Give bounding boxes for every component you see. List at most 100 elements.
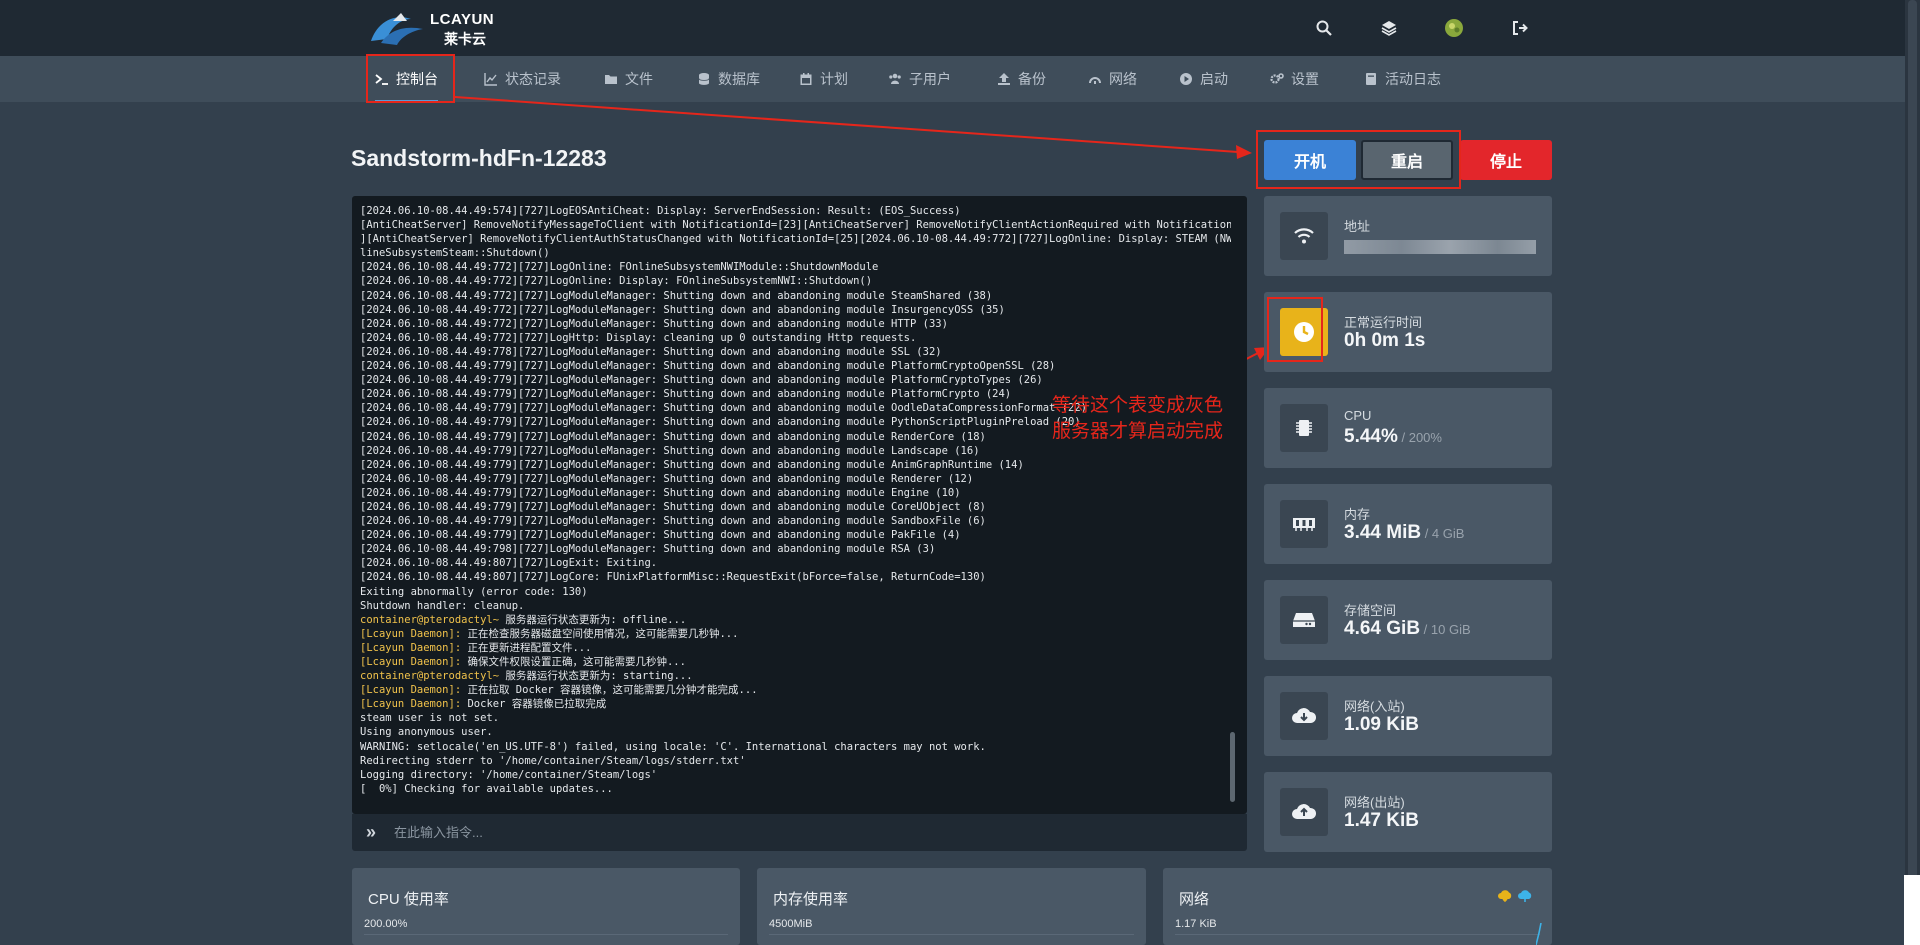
logo-text-cn: 莱卡云	[444, 31, 486, 47]
console-line: container@pterodactyl~ 服务器运行状态更新为: offli…	[360, 613, 1231, 627]
console-line: [Lcayun Daemon]: 正在更新进程配置文件...	[360, 641, 1231, 655]
console-line-text: 确保文件权限设置正确，这可能需要几秒钟...	[461, 656, 686, 668]
annotation-line: 服务器才算启动完成	[1052, 421, 1224, 442]
highlight-uptime-icon	[1267, 297, 1323, 362]
stat-memory: 内存 3.44 MiB / 4 GiB	[1264, 484, 1552, 564]
console-line: [2024.06.10-08.44.49:779][727]LogModuleM…	[360, 500, 986, 513]
stop-button[interactable]: 停止	[1460, 140, 1552, 180]
console-line-prefix: [Lcayun Daemon]:	[360, 627, 462, 640]
tab-subusers[interactable]: 子用户	[888, 56, 951, 102]
console-line-prefix: [Lcayun Daemon]:	[360, 641, 462, 654]
command-input-bar[interactable]: »	[352, 814, 1247, 851]
console-line: [2024.06.10-08.44.49:772][727]LogModuleM…	[360, 289, 993, 302]
tab-database[interactable]: 数据库	[697, 56, 760, 102]
stat-value: 0h 0m 1s	[1344, 330, 1426, 351]
tab-label: 计划	[820, 71, 848, 87]
cloud-upload-icon	[1280, 788, 1328, 836]
console-line-text: 正在更新进程配置文件...	[461, 641, 592, 654]
console-line: [2024.06.10-08.44.49:798][727]LogModuleM…	[360, 543, 936, 556]
chart-ytick: 200.00%	[364, 918, 408, 930]
console-line: ][AntiCheatServer] RemoveNotifyClientAut…	[360, 233, 1231, 246]
console-line: [2024.06.10-08.44.49:772][727]LogOnline:…	[360, 261, 879, 274]
console-line: [2024.06.10-08.44.49:574][727]LogEOSAnti…	[360, 205, 961, 217]
annotation-note: 等待这个表变成灰色 服务器才算启动完成	[1052, 393, 1252, 445]
annotation-line: 等待这个表变成灰色	[1052, 395, 1224, 416]
tab-status-log[interactable]: 状态记录	[484, 56, 561, 102]
console-line: Using anonymous user.	[360, 726, 493, 739]
console-line-text: 正在拉取 Docker 容器镜像，这可能需要几分钟才能完成...	[461, 684, 758, 697]
logo-text-en: LCAYUN	[430, 11, 495, 28]
console-line: [2024.06.10-08.44.49:779][727]LogModuleM…	[360, 458, 1024, 471]
console-line: [2024.06.10-08.44.49:772][727]LogHttp: D…	[360, 331, 917, 344]
chart-network: 网络 1.17 KiB	[1163, 868, 1552, 945]
tab-label: 活动日志	[1385, 71, 1441, 87]
avatar[interactable]	[1442, 16, 1466, 40]
console-line: steam user is not set.	[360, 712, 500, 725]
tab-schedule[interactable]: 计划	[799, 56, 848, 102]
console-scrollbar[interactable]	[1230, 732, 1235, 802]
stat-value: 4.64 GiB / 10 GiB	[1344, 618, 1471, 639]
tab-network[interactable]: 网络	[1088, 56, 1137, 102]
console-line-prefix: [Lcayun Daemon]:	[360, 698, 462, 711]
tab-files[interactable]: 文件	[604, 56, 653, 102]
stat-disk: 存储空间 4.64 GiB / 10 GiB	[1264, 580, 1552, 660]
console-line: [2024.06.10-08.44.49:807][727]LogCore: F…	[360, 571, 986, 584]
cloud-download-icon	[1280, 692, 1328, 740]
search-icon[interactable]	[1312, 16, 1336, 40]
layers-icon[interactable]	[1377, 16, 1401, 40]
console-line: [2024.06.10-08.44.49:779][727]LogModuleM…	[360, 515, 986, 528]
console-line: [ 0%] Checking for available updates...	[360, 782, 613, 795]
chart-gridline	[364, 934, 728, 935]
hdd-icon	[1280, 596, 1328, 644]
tab-backup[interactable]: 备份	[997, 56, 1046, 102]
tab-activity-log[interactable]: 活动日志	[1364, 56, 1441, 102]
console-line: Redirecting stderr to '/home/container/S…	[360, 754, 746, 767]
logo[interactable]: LCAYUN 莱卡云	[367, 9, 502, 47]
users-icon	[889, 73, 901, 84]
tab-startup[interactable]: 启动	[1179, 56, 1228, 102]
database-icon	[698, 73, 710, 85]
console-line: [Lcayun Daemon]: 正在拉取 Docker 容器镜像，这可能需要几…	[360, 683, 1231, 697]
tab-label: 备份	[1018, 71, 1046, 87]
console-line: [2024.06.10-08.44.49:807][727]LogExit: E…	[360, 557, 658, 570]
stat-cpu: CPU 5.44% / 200%	[1264, 388, 1552, 468]
chart-ytick: 4500MiB	[769, 918, 813, 930]
command-input[interactable]	[394, 825, 1214, 840]
console-line: [2024.06.10-08.44.49:772][727]LogModuleM…	[360, 303, 1005, 316]
folder-icon	[605, 75, 617, 84]
tab-label: 设置	[1291, 71, 1319, 87]
tab-label: 网络	[1109, 71, 1137, 87]
stat-network-out: 网络(出站) 1.47 KiB	[1264, 772, 1552, 852]
console-line: [2024.06.10-08.44.49:779][727]LogModuleM…	[360, 472, 974, 485]
console-line: [Lcayun Daemon]: 确保文件权限设置正确，这可能需要几秒钟...	[360, 655, 1231, 669]
console-output[interactable]: [2024.06.10-08.44.49:574][727]LogEOSAnti…	[352, 196, 1247, 814]
chart-memory-usage: 内存使用率 4500MiB	[757, 868, 1146, 945]
console-line: [2024.06.10-08.44.49:772][727]LogModuleM…	[360, 317, 948, 330]
chart-title: CPU 使用率	[368, 891, 449, 908]
console-line: container@pterodactyl~ 服务器运行状态更新为: start…	[360, 669, 1231, 683]
console-line: [2024.06.10-08.44.49:778][727]LogModuleM…	[360, 345, 942, 358]
chart-icon	[484, 73, 497, 86]
stat-label: CPU	[1344, 408, 1372, 423]
console-line: Exiting abnormally (error code: 130)	[360, 585, 588, 598]
console-line-prefix: container@pterodactyl~	[360, 613, 500, 626]
console-line: [2024.06.10-08.44.49:779][727]LogModuleM…	[360, 529, 961, 542]
console-line: Shutdown handler: cleanup.	[360, 599, 525, 612]
console-line: [Lcayun Daemon]: 正在检查服务器磁盘空间使用情况，这可能需要几秒…	[360, 627, 1231, 641]
cloud-upload-icon	[1518, 890, 1532, 902]
tab-label: 子用户	[909, 71, 951, 87]
stat-value: 1.09 KiB	[1344, 714, 1419, 735]
stat-label: 正常运行时间	[1344, 315, 1423, 330]
tab-label: 文件	[625, 71, 653, 87]
page-scrollbar[interactable]	[1905, 0, 1920, 945]
upload-icon	[998, 73, 1010, 85]
network-chart-line	[1536, 923, 1542, 945]
tab-settings[interactable]: 设置	[1270, 56, 1319, 102]
logout-icon[interactable]	[1508, 16, 1532, 40]
console-line: WARNING: setlocale('en_US.UTF-8') failed…	[360, 740, 986, 753]
logo-mark-icon	[371, 13, 423, 45]
stat-label: 内存	[1344, 507, 1371, 522]
stat-value: 1.47 KiB	[1344, 810, 1419, 831]
stat-network-in: 网络(入站) 1.09 KiB	[1264, 676, 1552, 756]
tab-label: 状态记录	[505, 71, 561, 87]
